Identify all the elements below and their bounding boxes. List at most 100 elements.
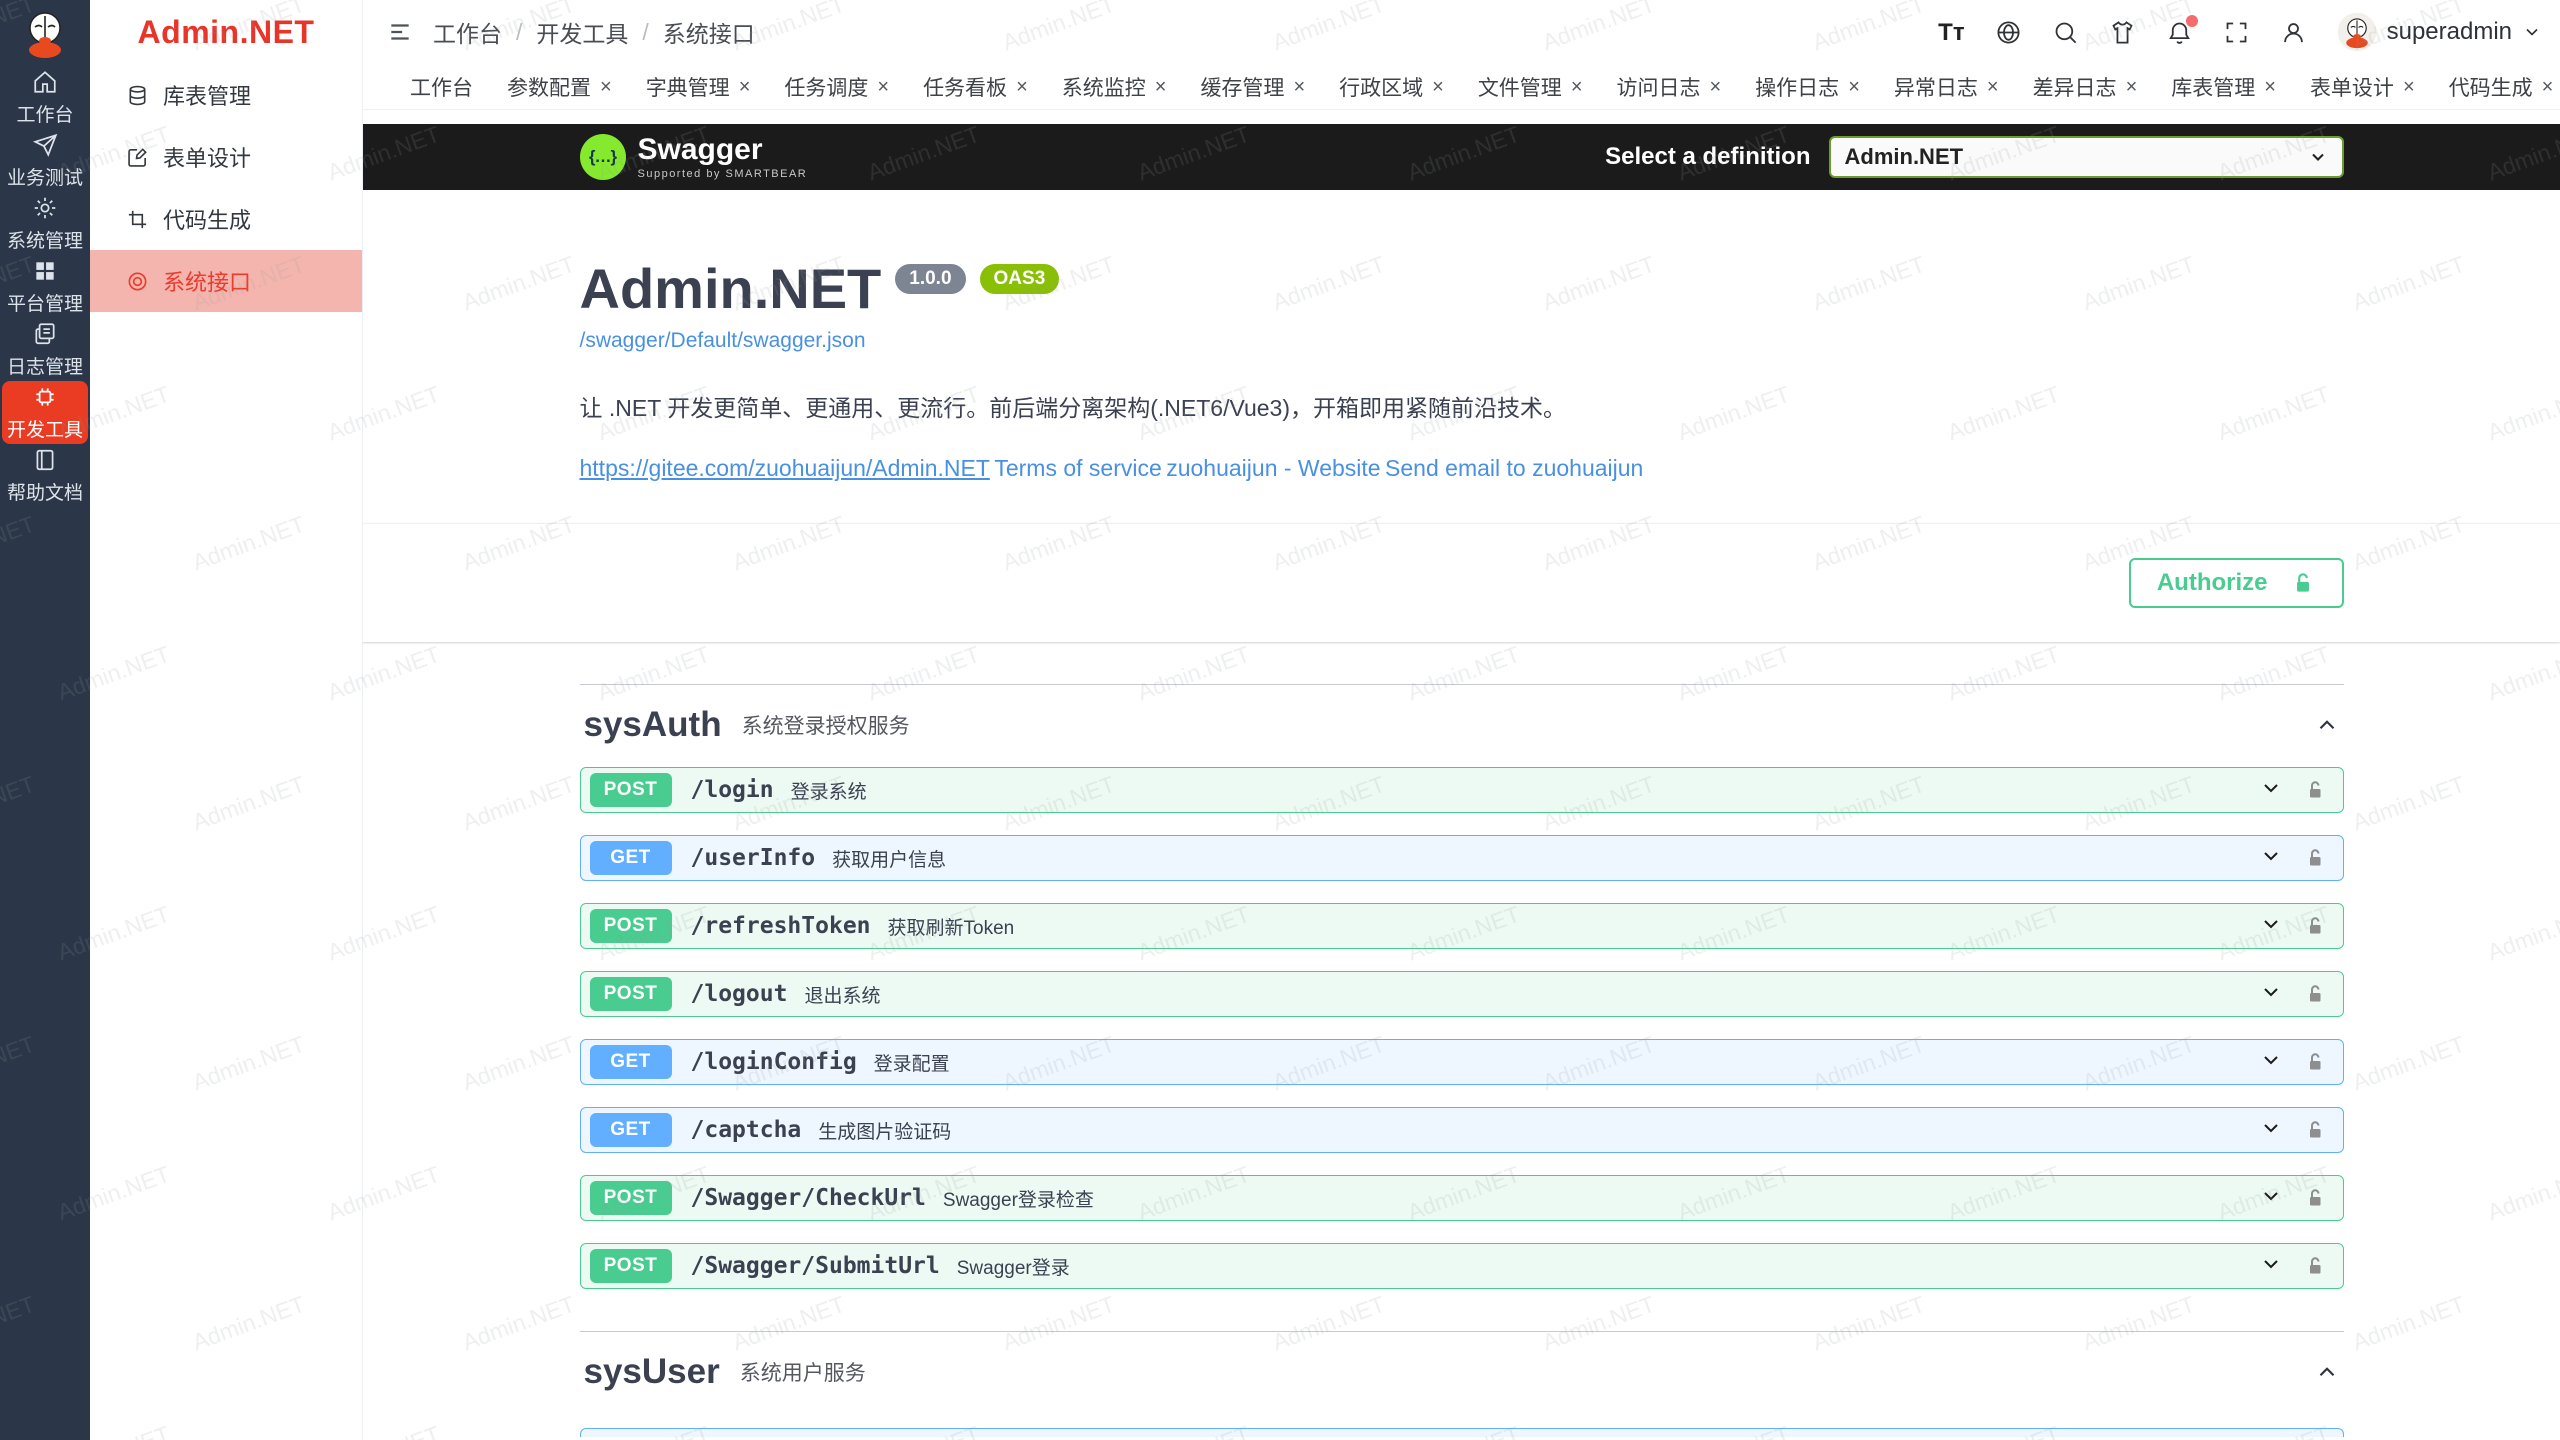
breadcrumb-item[interactable]: 系统接口 <box>663 15 755 49</box>
chevron-down-icon[interactable] <box>2259 980 2283 1009</box>
tab[interactable]: 工作台 <box>393 64 490 110</box>
font-size-icon[interactable]: Tт <box>1938 19 1964 46</box>
tab[interactable]: 异常日志 × <box>1877 64 2016 110</box>
tab[interactable]: 参数配置 × <box>490 64 629 110</box>
authorize-button[interactable]: Authorize <box>2129 558 2344 608</box>
tab-close-icon[interactable]: × <box>1987 77 1999 97</box>
spec-json-link[interactable]: /swagger/Default/swagger.json <box>580 329 2344 353</box>
theme-icon[interactable] <box>2109 19 2136 46</box>
oas-badge: OAS3 <box>980 264 1060 294</box>
tab[interactable]: 代码生成 × <box>2432 64 2560 110</box>
lock-icon[interactable] <box>2303 982 2327 1006</box>
tab[interactable]: 文件管理 × <box>1461 64 1600 110</box>
tab[interactable]: 系统监控 × <box>1045 64 1184 110</box>
tab-close-icon[interactable]: × <box>1155 77 1167 97</box>
rail-item-label: 工作台 <box>16 100 73 127</box>
terms-link[interactable]: Terms of service <box>994 455 1161 482</box>
chevron-down-icon[interactable] <box>2259 912 2283 941</box>
chevron-down-icon[interactable] <box>2259 1252 2283 1281</box>
database-icon <box>126 84 149 107</box>
endpoint-row[interactable]: POST /Swagger/SubmitUrl Swagger登录 <box>580 1243 2344 1289</box>
tab-close-icon[interactable]: × <box>2264 77 2276 97</box>
endpoint-row-partial[interactable] <box>580 1428 2344 1437</box>
rail-item-help-docs[interactable]: 帮助文档 <box>2 444 88 507</box>
tab-close-icon[interactable]: × <box>877 77 889 97</box>
menu-collapse-icon[interactable] <box>387 19 413 45</box>
lock-icon[interactable] <box>2303 846 2327 870</box>
tab[interactable]: 缓存管理 × <box>1183 64 1322 110</box>
tab-close-icon[interactable]: × <box>600 77 612 97</box>
endpoint-row[interactable]: POST /logout 退出系统 <box>580 971 2344 1017</box>
chevron-up-icon[interactable] <box>2314 1359 2340 1385</box>
breadcrumb-item[interactable]: 工作台 <box>433 15 502 49</box>
tab-close-icon[interactable]: × <box>1293 77 1305 97</box>
fullscreen-icon[interactable] <box>2223 19 2250 46</box>
definition-select[interactable]: Admin.NET <box>1829 136 2344 178</box>
tab[interactable]: 任务调度 × <box>767 64 906 110</box>
rail-item-workbench[interactable]: 工作台 <box>2 66 88 129</box>
endpoint-row[interactable]: GET /loginConfig 登录配置 <box>580 1039 2344 1085</box>
lock-icon[interactable] <box>2303 1118 2327 1142</box>
menu-item-db-table-mgmt[interactable]: 库表管理 <box>90 64 362 126</box>
tab-close-icon[interactable]: × <box>1848 77 1860 97</box>
tab[interactable]: 行政区域 × <box>1322 64 1461 110</box>
tab-close-icon[interactable]: × <box>2542 77 2554 97</box>
lock-icon[interactable] <box>2303 778 2327 802</box>
endpoint-row[interactable]: GET /userInfo 获取用户信息 <box>580 835 2344 881</box>
tab[interactable]: 库表管理 × <box>2154 64 2293 110</box>
user-center-icon[interactable] <box>2280 19 2307 46</box>
lock-icon[interactable] <box>2303 1186 2327 1210</box>
rail-item-log-mgmt[interactable]: 日志管理 <box>2 318 88 381</box>
tab-close-icon[interactable]: × <box>1016 77 1028 97</box>
search-icon[interactable] <box>2052 19 2079 46</box>
chevron-down-icon[interactable] <box>2259 844 2283 873</box>
tab-close-icon[interactable]: × <box>1571 77 1583 97</box>
lock-icon[interactable] <box>2303 1254 2327 1278</box>
rail-item-dev-tools[interactable]: 开发工具 <box>2 381 88 444</box>
tab-close-icon[interactable]: × <box>1432 77 1444 97</box>
breadcrumb-item[interactable]: 开发工具 <box>536 15 628 49</box>
tab[interactable]: 操作日志 × <box>1738 64 1877 110</box>
chevron-down-icon[interactable] <box>2259 1048 2283 1077</box>
section-header[interactable]: sysAuth 系统登录授权服务 <box>580 685 2344 767</box>
tab-label: 字典管理 <box>646 72 730 102</box>
language-icon[interactable] <box>1995 19 2022 46</box>
tab[interactable]: 访问日志 × <box>1600 64 1739 110</box>
section-name: sysAuth <box>584 705 722 745</box>
menu-item-form-design[interactable]: 表单设计 <box>90 126 362 188</box>
menu-item-code-gen[interactable]: 代码生成 <box>90 188 362 250</box>
endpoint-summary: 登录配置 <box>874 1049 950 1076</box>
tab-close-icon[interactable]: × <box>2403 77 2415 97</box>
endpoint-row[interactable]: POST /Swagger/CheckUrl Swagger登录检查 <box>580 1175 2344 1221</box>
tab[interactable]: 表单设计 × <box>2293 64 2432 110</box>
endpoint-row[interactable]: POST /login 登录系统 <box>580 767 2344 813</box>
tab-close-icon[interactable]: × <box>739 77 751 97</box>
method-badge: POST <box>590 1249 672 1283</box>
endpoint-path: /login <box>691 777 774 803</box>
lock-icon[interactable] <box>2303 1050 2327 1074</box>
tab-close-icon[interactable]: × <box>1710 77 1722 97</box>
lock-icon[interactable] <box>2303 914 2327 938</box>
notifications-icon[interactable] <box>2166 19 2193 46</box>
endpoint-row[interactable]: GET /captcha 生成图片验证码 <box>580 1107 2344 1153</box>
chevron-down-icon <box>2308 147 2328 167</box>
email-link[interactable]: Send email to zuohuaijun <box>1385 455 1643 482</box>
chevron-up-icon[interactable] <box>2314 712 2340 738</box>
tab[interactable]: 差异日志 × <box>2016 64 2155 110</box>
section-header[interactable]: sysUser 系统用户服务 <box>580 1332 2344 1414</box>
user-menu[interactable]: superadmin <box>2337 12 2542 52</box>
app-logo[interactable] <box>19 2 71 66</box>
rail-item-business-test[interactable]: 业务测试 <box>2 129 88 192</box>
chevron-down-icon[interactable] <box>2259 1184 2283 1213</box>
chevron-down-icon[interactable] <box>2259 1116 2283 1145</box>
repo-link[interactable]: https://gitee.com/zuohuaijun/Admin.NET <box>580 455 990 482</box>
rail-item-system-mgmt[interactable]: 系统管理 <box>2 192 88 255</box>
endpoint-row[interactable]: POST /refreshToken 获取刷新Token <box>580 903 2344 949</box>
chevron-down-icon[interactable] <box>2259 776 2283 805</box>
tab[interactable]: 字典管理 × <box>629 64 768 110</box>
tab[interactable]: 任务看板 × <box>906 64 1045 110</box>
rail-item-platform-mgmt[interactable]: 平台管理 <box>2 255 88 318</box>
tab-close-icon[interactable]: × <box>2126 77 2138 97</box>
website-link[interactable]: zuohuaijun - Website <box>1166 455 1380 482</box>
menu-item-system-api[interactable]: 系统接口 <box>90 250 362 312</box>
